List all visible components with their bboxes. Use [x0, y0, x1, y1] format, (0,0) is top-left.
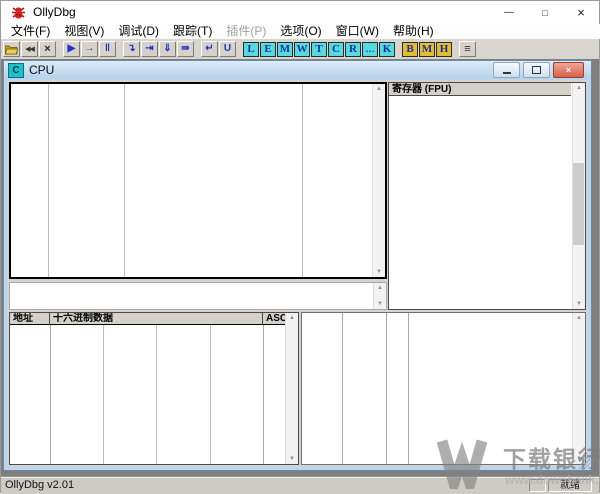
column-divider — [263, 325, 264, 464]
cpu-restore-button[interactable] — [523, 62, 550, 78]
mdi-client-area: C CPU × ▲ ▼ — [1, 59, 599, 476]
toolbar-call-stack-window-button[interactable]: K — [379, 42, 395, 57]
toolbar-pause-button[interactable]: ‖ — [99, 41, 116, 57]
stack-panel[interactable]: ▲ ▼ — [301, 312, 586, 465]
cpu-close-button[interactable]: × — [553, 62, 584, 78]
scroll-up-icon[interactable]: ▲ — [576, 315, 582, 321]
column-divider — [124, 84, 125, 277]
dump-header-ascii: ASCII — [263, 313, 285, 325]
cpu-window-titlebar[interactable]: C CPU × — [4, 61, 591, 79]
cpu-minimize-button[interactable] — [493, 62, 520, 78]
menu-debug[interactable]: 调试(D) — [111, 24, 166, 39]
scroll-down-icon[interactable]: ▼ — [289, 456, 295, 462]
toolbar-memory-breakpoints-window-button[interactable]: M — [419, 42, 435, 57]
cpu-window-content: ▲ ▼ ▲ ▼ 寄存器 (FPU) ▲ ▼ — [8, 80, 587, 466]
folder-open-icon — [5, 44, 18, 55]
dump-header-hex: 十六进制数据 — [50, 313, 263, 325]
registers-header: 寄存器 (FPU) — [389, 83, 571, 96]
toolbar-memory-window-button[interactable]: M — [277, 42, 293, 57]
status-state: 就绪 — [548, 479, 592, 492]
column-divider — [342, 313, 343, 464]
toolbar-trace-into-button[interactable]: ⇓ — [159, 41, 176, 57]
toolbar-breakpoints-window-button[interactable]: B — [402, 42, 418, 57]
column-divider — [50, 325, 51, 464]
toolbar-log-window-button[interactable]: L — [243, 42, 259, 57]
window-controls: — □ × — [491, 1, 599, 24]
column-divider — [386, 313, 387, 464]
menu-view[interactable]: 视图(V) — [57, 24, 111, 39]
status-version: OllyDbg v2.01 — [5, 479, 74, 491]
menu-trace[interactable]: 跟踪(T) — [166, 24, 219, 39]
scroll-down-icon[interactable]: ▼ — [576, 301, 582, 307]
toolbar-step-into-button[interactable]: ↴ — [123, 41, 140, 57]
disassembly-panel[interactable]: ▲ ▼ — [9, 82, 387, 279]
toolbar-step-over-button[interactable]: ⇥ — [141, 41, 158, 57]
disassembly-scrollbar[interactable]: ▲ ▼ — [372, 84, 385, 277]
column-divider — [156, 325, 157, 464]
toolbar-threads-window-button[interactable]: T — [311, 42, 327, 57]
stack-scrollbar[interactable]: ▲ ▼ — [572, 313, 585, 464]
scroll-up-icon[interactable]: ▲ — [377, 285, 383, 291]
minimize-button[interactable]: — — [491, 1, 527, 24]
info-pane-scrollbar[interactable]: ▲ ▼ — [373, 283, 386, 309]
app-title: OllyDbg — [33, 1, 76, 24]
cpu-window-title: CPU — [29, 63, 54, 77]
dump-scrollbar[interactable]: ▲ ▼ — [285, 313, 298, 464]
column-divider — [302, 84, 303, 277]
menu-file[interactable]: 文件(F) — [4, 24, 57, 39]
toolbar-step-button[interactable]: → — [81, 41, 98, 57]
registers-panel[interactable]: 寄存器 (FPU) ▲ ▼ — [388, 82, 586, 310]
toolbar-windows-window-button[interactable]: W — [294, 42, 310, 57]
minimize-icon — [503, 72, 511, 74]
info-pane[interactable]: ▲ ▼ — [9, 282, 387, 310]
menu-plugins[interactable]: 插件(P) — [219, 24, 273, 39]
menubar: 文件(F) 视图(V) 调试(D) 跟踪(T) 插件(P) 选项(O) 窗口(W… — [1, 24, 600, 39]
toolbar-references-window-button[interactable]: R — [345, 42, 361, 57]
scroll-down-icon[interactable]: ▼ — [377, 301, 383, 307]
menu-options[interactable]: 选项(O) — [273, 24, 328, 39]
maximize-button[interactable]: □ — [527, 1, 563, 24]
toolbar-run-button[interactable]: ▶ — [63, 41, 80, 57]
toolbar-trace-over-button[interactable]: ⇛ — [177, 41, 194, 57]
toolbar-return-button[interactable]: ↵ — [201, 41, 218, 57]
toolbar-windows-list-button[interactable]: ≡ — [459, 41, 476, 57]
ollydbg-main-window: OllyDbg — □ × 文件(F) 视图(V) 调试(D) 跟踪(T) 插件… — [0, 0, 600, 493]
ollydbg-bug-icon — [10, 4, 27, 21]
toolbar: ◀◀ × ▶ → ‖ ↴ ⇥ ⇓ ⇛ ↵ U L E M W T C R … K… — [1, 39, 599, 59]
toolbar-restart-button[interactable]: ◀◀ — [21, 41, 38, 57]
cpu-window: C CPU × ▲ ▼ — [3, 60, 592, 471]
column-divider — [103, 325, 104, 464]
column-divider — [408, 313, 409, 464]
scroll-up-icon[interactable]: ▲ — [376, 86, 382, 92]
scroll-up-icon[interactable]: ▲ — [576, 85, 582, 91]
toolbar-user-code-button[interactable]: U — [219, 41, 236, 57]
dump-header-address: 地址 — [10, 313, 50, 325]
resize-grip[interactable] — [579, 458, 590, 469]
toolbar-hardware-breakpoints-window-button[interactable]: H — [436, 42, 452, 57]
toolbar-cpu-window-button[interactable]: C — [328, 42, 344, 57]
statusbar: OllyDbg v2.01 就绪 — [1, 476, 599, 494]
toolbar-run-trace-window-button[interactable]: … — [362, 42, 378, 57]
toolbar-executables-window-button[interactable]: E — [260, 42, 276, 57]
scroll-down-icon[interactable]: ▼ — [376, 269, 382, 275]
titlebar: OllyDbg — □ × — [1, 1, 599, 24]
cpu-window-icon: C — [8, 63, 24, 78]
column-divider — [48, 84, 49, 277]
toolbar-open-button[interactable] — [3, 41, 20, 57]
toolbar-close-button[interactable]: × — [39, 41, 56, 57]
restore-icon — [532, 66, 541, 74]
close-button[interactable]: × — [563, 1, 599, 24]
cpu-window-controls: × — [493, 62, 584, 78]
status-empty-cell — [529, 479, 546, 492]
menu-help[interactable]: 帮助(H) — [386, 24, 441, 39]
menu-windows[interactable]: 窗口(W) — [329, 24, 386, 39]
scrollbar-thumb[interactable] — [573, 163, 584, 245]
dump-panel[interactable]: 地址 十六进制数据 ASCII ▲ ▼ — [9, 312, 299, 465]
scroll-up-icon[interactable]: ▲ — [289, 315, 295, 321]
dump-header-row: 地址 十六进制数据 ASCII — [10, 313, 285, 325]
column-divider — [210, 325, 211, 464]
